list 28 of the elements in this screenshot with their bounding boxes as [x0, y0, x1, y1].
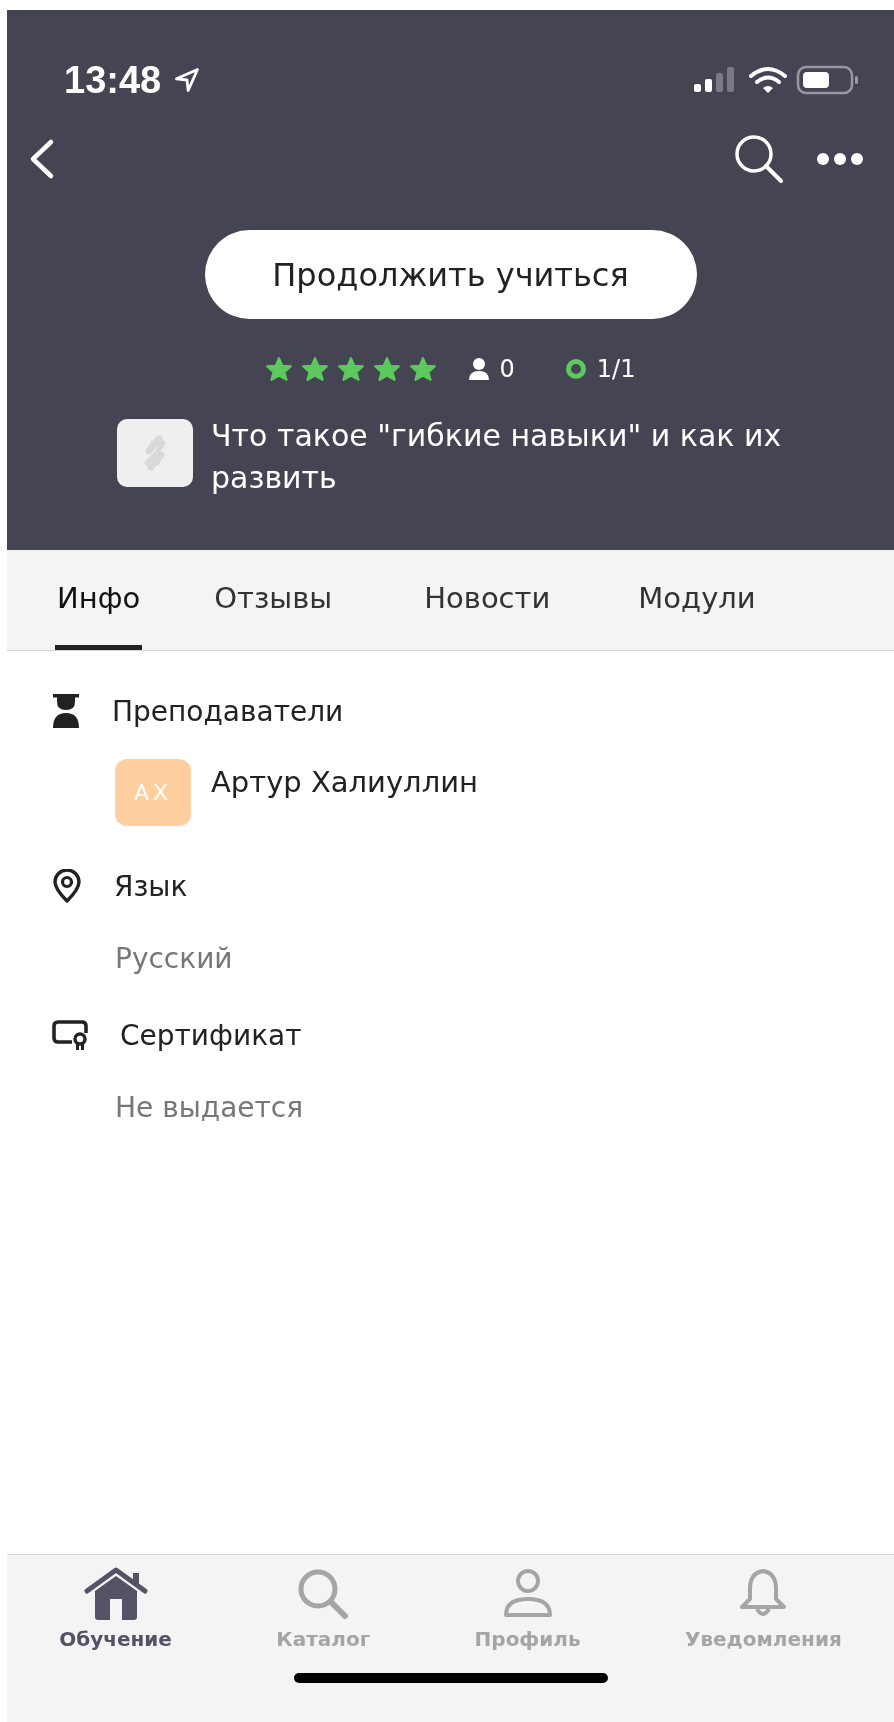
tab[interactable]: Новости	[422, 550, 553, 650]
home-icon	[82, 1567, 149, 1621]
ring-icon	[564, 358, 587, 380]
wifi-icon	[748, 65, 788, 95]
section-value: Русский	[115, 942, 234, 975]
section-title: Преподаватели	[112, 694, 344, 728]
tab[interactable]: Отзывы	[212, 550, 335, 650]
continue-learning-button[interactable]: Продолжить учиться	[204, 230, 697, 319]
battery-icon	[796, 65, 860, 95]
map-pin-icon	[52, 869, 82, 903]
certificate-icon	[52, 1019, 88, 1051]
more-button[interactable]	[816, 152, 864, 166]
nav-tab[interactable]: Обучение	[59, 1567, 172, 1651]
tab[interactable]: Инфо	[55, 550, 143, 650]
teacher-name[interactable]: Артур Халиуллин	[211, 765, 478, 799]
tab[interactable]: Модули	[636, 550, 758, 650]
section-title: Сертификат	[120, 1018, 302, 1052]
search-button[interactable]	[732, 132, 786, 186]
students-count: 0	[499, 355, 515, 383]
teacher-icon	[52, 694, 80, 728]
teacher-avatar: AX	[115, 759, 191, 826]
section-value: Не выдается	[115, 1091, 305, 1124]
status-time: 13:48	[64, 58, 162, 102]
progress-count: 1/1	[596, 355, 636, 383]
person-icon	[467, 357, 490, 381]
location-arrow-icon	[173, 66, 202, 94]
course-title: Что такое "гибкие навыки" и как их развить	[211, 417, 783, 497]
section-title: Язык	[114, 869, 188, 903]
